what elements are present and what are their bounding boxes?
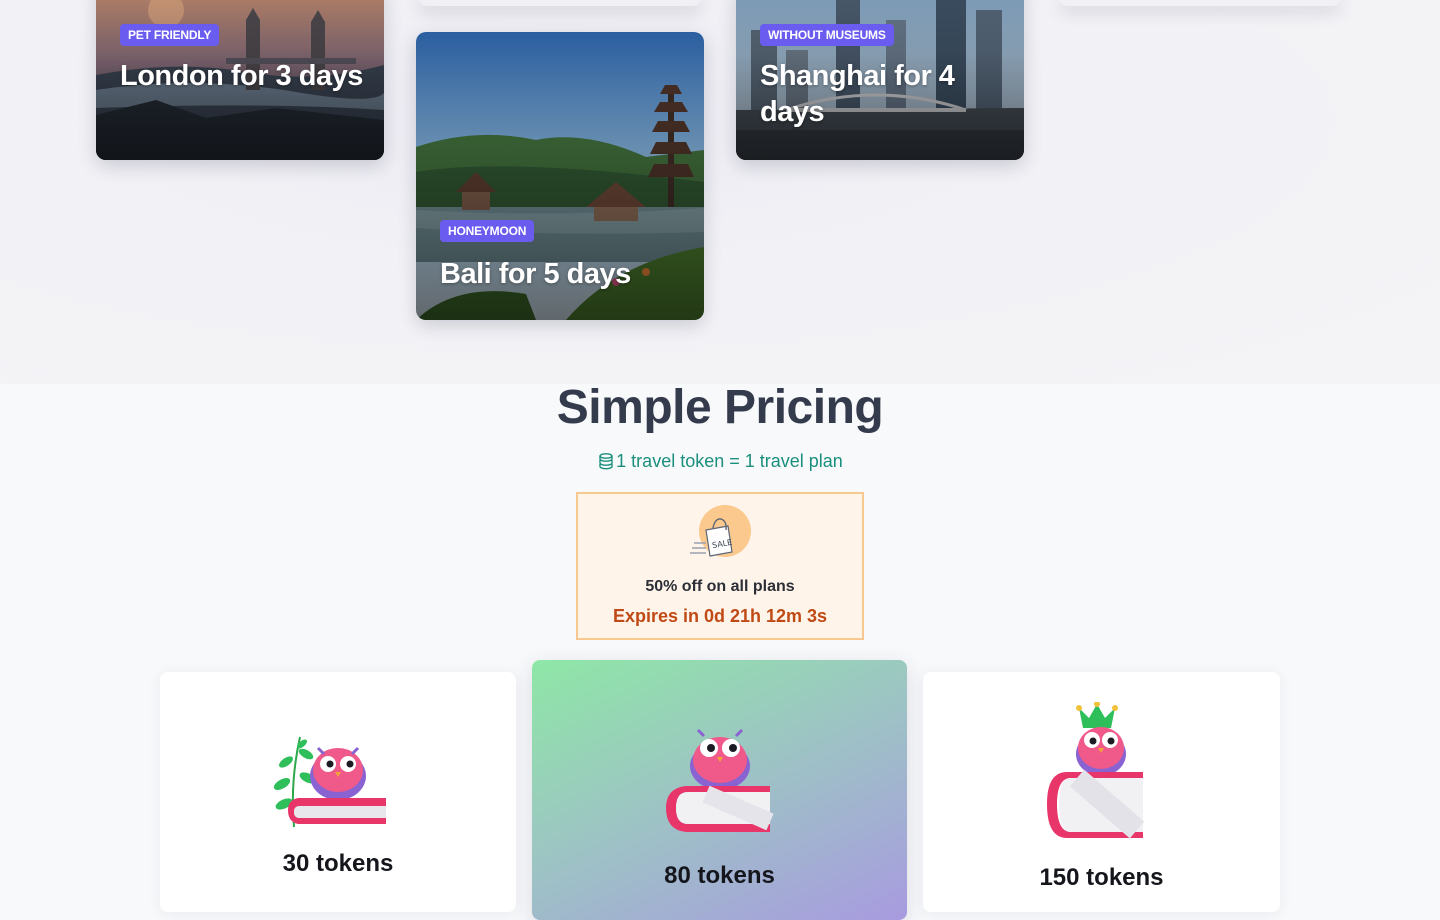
- coin-stack-icon: [597, 452, 615, 475]
- promo-text: 50% off on all plans: [645, 578, 795, 595]
- card-title: Shanghai for 4 days: [760, 60, 955, 128]
- sale-bag-icon: SALE: [690, 505, 751, 557]
- plan-card-30[interactable]: 30 tokens: [160, 672, 516, 912]
- destinations-section: PET FRIENDLY London for 3 days HONEYMOON…: [0, 0, 1440, 384]
- card-title: Bali for 5 days: [440, 258, 631, 290]
- plan-tokens: 80 tokens: [664, 862, 775, 889]
- tag-pet-friendly: PET FRIENDLY: [120, 24, 220, 46]
- owl-on-book-icon: [666, 728, 774, 832]
- pricing-title: Simple Pricing: [556, 381, 884, 434]
- plan-tokens: 30 tokens: [282, 850, 394, 877]
- card-partial[interactable]: [418, 0, 702, 6]
- card-partial[interactable]: [1058, 0, 1342, 6]
- destination-card-bali[interactable]: HONEYMOON Bali for 5 days: [416, 32, 704, 320]
- plan-card-80[interactable]: 80 tokens: [532, 660, 907, 920]
- owl-on-book-with-plant-icon: [273, 736, 386, 828]
- tag-without-museums: WITHOUT MUSEUMS: [760, 24, 894, 46]
- token-note-text: 1 travel token = 1 travel plan: [616, 451, 843, 471]
- token-note: 1 travel token = 1 travel plan: [0, 451, 1440, 475]
- promo-banner: SALE 50% off on all plans Expires in 0d …: [576, 492, 864, 640]
- card-title: London for 3 days: [120, 60, 363, 92]
- tag-honeymoon: HONEYMOON: [440, 220, 535, 242]
- plan-card-150[interactable]: 150 tokens: [923, 672, 1280, 912]
- owl-with-crown-on-book-icon: [1047, 702, 1145, 839]
- plan-tokens: 150 tokens: [1039, 864, 1164, 891]
- destination-card-london[interactable]: PET FRIENDLY London for 3 days: [96, 0, 384, 160]
- promo-countdown: Expires in 0d 21h 12m 3s: [612, 606, 828, 626]
- destination-card-shanghai[interactable]: WITHOUT MUSEUMS Shanghai for 4 days: [736, 0, 1024, 160]
